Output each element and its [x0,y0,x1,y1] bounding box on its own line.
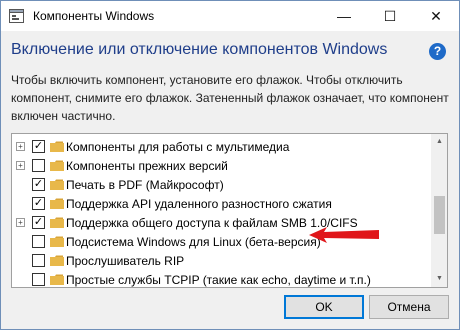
feature-checkbox[interactable] [32,273,45,286]
folder-icon [50,141,64,152]
expand-icon[interactable]: + [16,142,25,151]
vertical-scrollbar[interactable]: ▲ ▼ [431,134,447,287]
folder-icon [50,255,64,266]
feature-label: Прослушиватель RIP [66,253,185,268]
minimize-button[interactable]: — [321,1,367,31]
features-tree[interactable]: + ✓ Компоненты для работы с мультимедиа + Ко… [11,133,448,288]
feature-label: Подсистема Windows для Linux (бета-верси… [66,234,321,249]
folder-icon [50,274,64,285]
scroll-down-icon[interactable]: ▼ [431,271,447,287]
folder-icon [50,236,64,247]
feature-row[interactable]: + ✓ Компоненты для работы с мультимедиа [12,137,430,156]
scroll-up-icon[interactable]: ▲ [431,134,447,150]
red-arrow-icon [309,227,379,243]
feature-label: Компоненты прежних версий [66,158,228,173]
expand-icon[interactable]: + [16,161,25,170]
feature-row[interactable]: Простые службы TCPIP (такие как echo, da… [12,270,430,287]
feature-row[interactable]: ✓ Печать в PDF (Майкрософт) [12,175,430,194]
feature-checkbox[interactable]: ✓ [32,197,45,210]
feature-checkbox[interactable]: ✓ [32,216,45,229]
folder-icon [50,160,64,171]
feature-row[interactable]: ✓ Поддержка API удаленного разностного сж… [12,194,430,213]
close-button[interactable]: ✕ [413,1,459,31]
feature-checkbox[interactable] [32,235,45,248]
scroll-thumb[interactable] [434,196,445,234]
feature-label: Простые службы TCPIP (такие как echo, da… [66,272,371,287]
feature-row[interactable]: Прослушиватель RIP [12,251,430,270]
window-title: Компоненты Windows [33,9,155,23]
windows-features-icon [9,9,24,23]
feature-label: Поддержка API удаленного разностного сжа… [66,196,332,211]
feature-row[interactable]: + Компоненты прежних версий [12,156,430,175]
maximize-button[interactable]: ☐ [367,1,413,31]
page-title: Включение или отключение компонентов Win… [11,41,388,58]
feature-label: Печать в PDF (Майкрософт) [66,177,224,192]
help-icon[interactable]: ? [429,43,446,60]
ok-button[interactable]: OK [284,295,364,319]
title-bar[interactable]: Компоненты Windows — ☐ ✕ [1,1,459,31]
folder-icon [50,198,64,209]
dialog-window: Компоненты Windows — ☐ ✕ Включение или о… [0,0,460,330]
cancel-button[interactable]: Отмена [369,295,449,319]
instructions-text: Чтобы включить компонент, установите его… [11,73,449,123]
folder-icon [50,217,64,228]
feature-checkbox[interactable]: ✓ [32,178,45,191]
folder-icon [50,179,64,190]
feature-label: Компоненты для работы с мультимедиа [66,139,290,154]
feature-checkbox[interactable] [32,159,45,172]
feature-checkbox[interactable]: ✓ [32,140,45,153]
expand-icon[interactable]: + [16,218,25,227]
feature-checkbox[interactable] [32,254,45,267]
